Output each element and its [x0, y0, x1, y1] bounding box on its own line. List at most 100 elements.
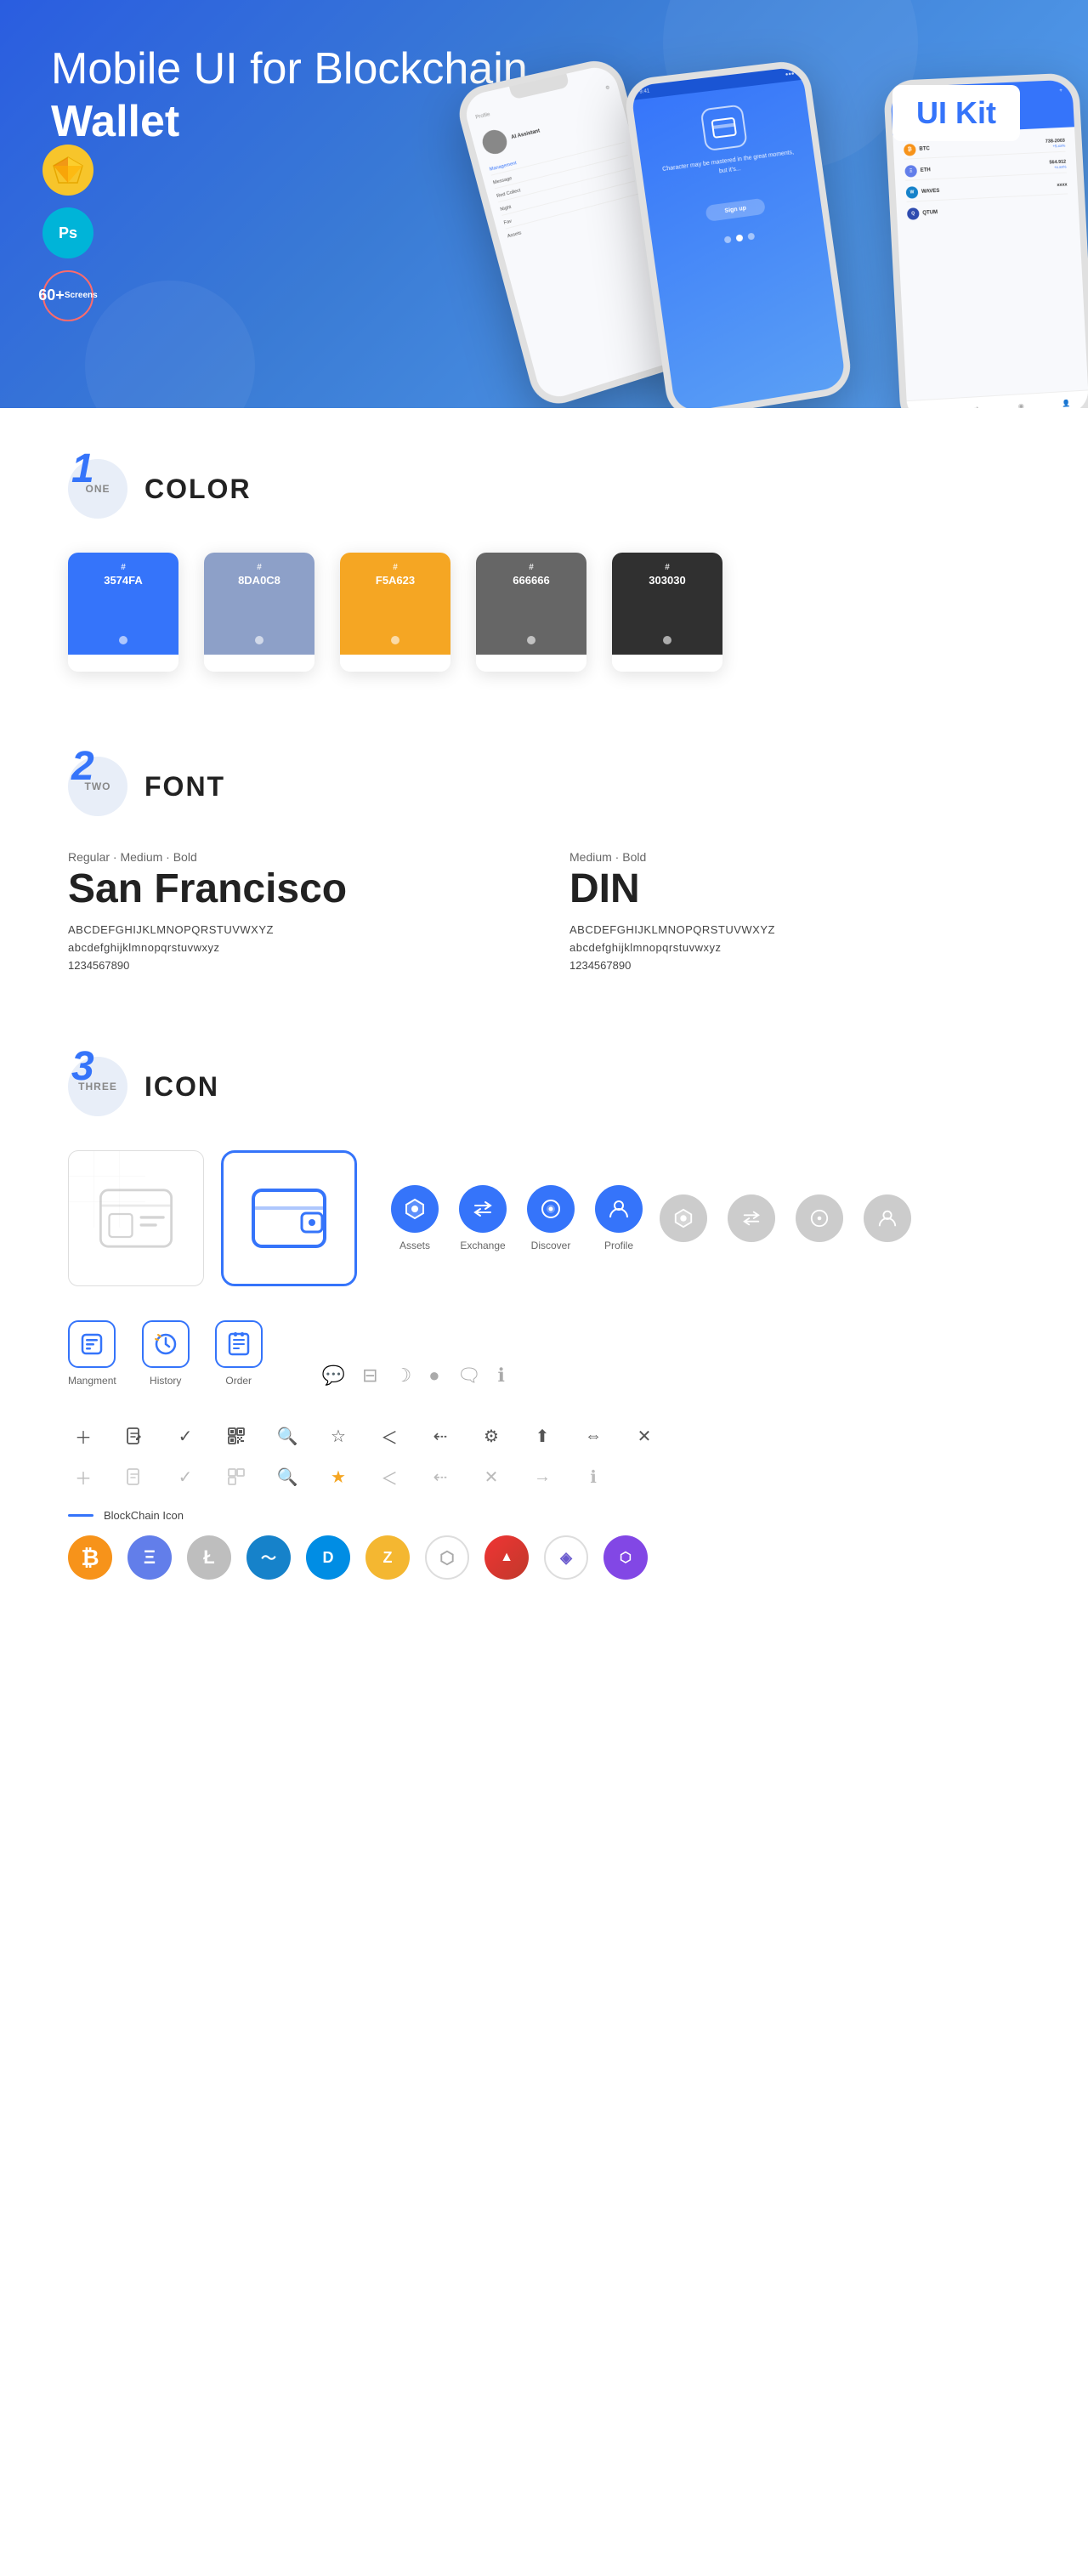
moon-icon: ☽ [395, 1365, 412, 1387]
color-swatch-blue: # 3574FA [68, 553, 178, 655]
ark-icon: ▲ [484, 1535, 529, 1580]
icon-nav-profile: Profile [595, 1185, 643, 1251]
icon-nav-assets: Assets [391, 1185, 439, 1251]
nav-icons-blue: Assets Exchange [391, 1185, 643, 1251]
chat-icon: 💬 [322, 1365, 345, 1387]
management-label: Mangment [68, 1375, 116, 1387]
sf-uppercase: ABCDEFGHIJKLMNOPQRSTUVWXYZ [68, 923, 518, 936]
phones-container: Profile⚙ AI Assistant Management Message… [476, 17, 1088, 408]
color-section: 1 ONE COLOR # 3574FA # 8DA [68, 408, 1020, 706]
color-swatch-dark: # 303030 [612, 553, 722, 655]
din-lowercase: abcdefghijklmnopqrstuvwxyz [570, 941, 1020, 954]
document-edit-icon [119, 1421, 150, 1451]
resize-icon: ⇔ [578, 1421, 609, 1451]
check-icon: ✓ [170, 1421, 201, 1451]
assets-icon-circle [391, 1185, 439, 1233]
color-swatch-grayblue: # 8DA0C8 [204, 553, 314, 655]
font-din: Medium · Bold DIN ABCDEFGHIJKLMNOPQRSTUV… [570, 850, 1020, 972]
color-card-blue: # 3574FA [68, 553, 178, 672]
back-icon-gray: ＜ [374, 1461, 405, 1492]
color-section-header: 1 ONE COLOR [68, 459, 1020, 519]
app-icons-row: Mangment History [68, 1320, 1020, 1387]
color-card-orange: # F5A623 [340, 553, 450, 672]
fonts-grid: Regular · Medium · Bold San Francisco AB… [68, 850, 1020, 972]
color-card-gray: # 666666 [476, 553, 586, 672]
plus-icon-gray: ＋ [68, 1461, 99, 1492]
waves-icon: 〜 [246, 1535, 291, 1580]
icon-section-number: 3 THREE [68, 1057, 128, 1116]
divider-line [68, 1514, 94, 1517]
discover-icon-gray [796, 1194, 843, 1242]
check-icon-gray: ✓ [170, 1461, 201, 1492]
profile-icon-gray [864, 1194, 911, 1242]
font-title: FONT [144, 771, 225, 803]
hero-section: Mobile UI for Blockchain Wallet UI Kit P… [0, 0, 1088, 408]
message-icon: 🗨 [457, 1365, 481, 1387]
forward-icon-gray: → [527, 1461, 558, 1492]
din-uppercase: ABCDEFGHIJKLMNOPQRSTUVWXYZ [570, 923, 1020, 936]
zec-icon: Z [366, 1535, 410, 1580]
gem-icon: ◈ [544, 1535, 588, 1580]
history-label: History [150, 1375, 181, 1387]
star-icon: ☆ [323, 1421, 354, 1451]
icon-section: 3 THREE ICON [68, 1006, 1020, 1665]
back-icon: ＜ [374, 1421, 405, 1451]
color-swatch-orange: # F5A623 [340, 553, 450, 655]
order-icon [215, 1320, 263, 1368]
badges-column: Ps 60+ Screens [42, 145, 94, 321]
ltc-icon: Ł [187, 1535, 231, 1580]
discover-label: Discover [531, 1240, 571, 1251]
exchange-icon-gray [728, 1194, 775, 1242]
profile-label: Profile [604, 1240, 633, 1251]
sf-numbers: 1234567890 [68, 959, 518, 972]
din-style-label: Medium · Bold [570, 850, 1020, 864]
icon-wallet-blue [221, 1150, 357, 1286]
management-icon [68, 1320, 116, 1368]
search-icon-gray: 🔍 [272, 1461, 303, 1492]
color-card-dark: # 303030 [612, 553, 722, 672]
blockchain-label: BlockChain Icon [104, 1509, 184, 1522]
star-icon-orange: ★ [323, 1461, 354, 1492]
export-icon: ⬆ [527, 1421, 558, 1451]
blockchain-label-row: BlockChain Icon [68, 1509, 1020, 1522]
color-section-number: 1 ONE [68, 459, 128, 519]
nav-icons-gray-row [660, 1194, 911, 1242]
din-numbers: 1234567890 [570, 959, 1020, 972]
close-icon-gray: ✕ [476, 1461, 507, 1492]
discover-icon-circle [527, 1185, 575, 1233]
ui-kit-badge: UI Kit [892, 85, 1020, 141]
main-content: 1 ONE COLOR # 3574FA # 8DA [0, 408, 1088, 1665]
color-title: COLOR [144, 474, 252, 505]
icon-title: ICON [144, 1071, 219, 1103]
icon-section-header: 3 THREE ICON [68, 1057, 1020, 1116]
toolbar-icons-row1: ＋ ✓ 🔍 ☆ ＜ ⇠ ⚙ ⬆ ⇔ ✕ [68, 1421, 1020, 1451]
qr-icon [221, 1421, 252, 1451]
icon-nav-discover: Discover [527, 1185, 575, 1251]
nav-icons-gray-col [660, 1194, 911, 1242]
icon-nav-exchange: Exchange [459, 1185, 507, 1251]
sketch-badge [42, 145, 94, 196]
close-icon: ✕ [629, 1421, 660, 1451]
icon-order: Order [215, 1320, 263, 1387]
toolbar-icons-row2: ＋ ✓ 🔍 ★ ＜ ⇠ ✕ → ℹ [68, 1461, 1020, 1492]
share-icon: ⇠ [425, 1421, 456, 1451]
screens-badge: 60+ Screens [42, 270, 94, 321]
settings-icon: ⚙ [476, 1421, 507, 1451]
plus-icon: ＋ [68, 1421, 99, 1451]
hero-title-normal: Mobile UI for Blockchain [51, 44, 528, 94]
matic-icon: ⬡ [604, 1535, 648, 1580]
color-swatch-gray: # 666666 [476, 553, 586, 655]
search-icon: 🔍 [272, 1421, 303, 1451]
sf-style-label: Regular · Medium · Bold [68, 850, 518, 864]
dash-icon: D [306, 1535, 350, 1580]
font-section-number: 2 TWO [68, 757, 128, 816]
share-icon-gray: ⇠ [425, 1461, 456, 1492]
icon-construction-row: Assets Exchange [68, 1150, 1020, 1286]
sf-name: San Francisco [68, 869, 518, 910]
circle-icon: ● [428, 1365, 439, 1387]
hero-title-bold: Wallet [51, 97, 179, 146]
profile-icon-circle [595, 1185, 643, 1233]
exchange-label: Exchange [460, 1240, 505, 1251]
info-icon: ℹ [498, 1365, 505, 1387]
font-section-header: 2 TWO FONT [68, 757, 1020, 816]
